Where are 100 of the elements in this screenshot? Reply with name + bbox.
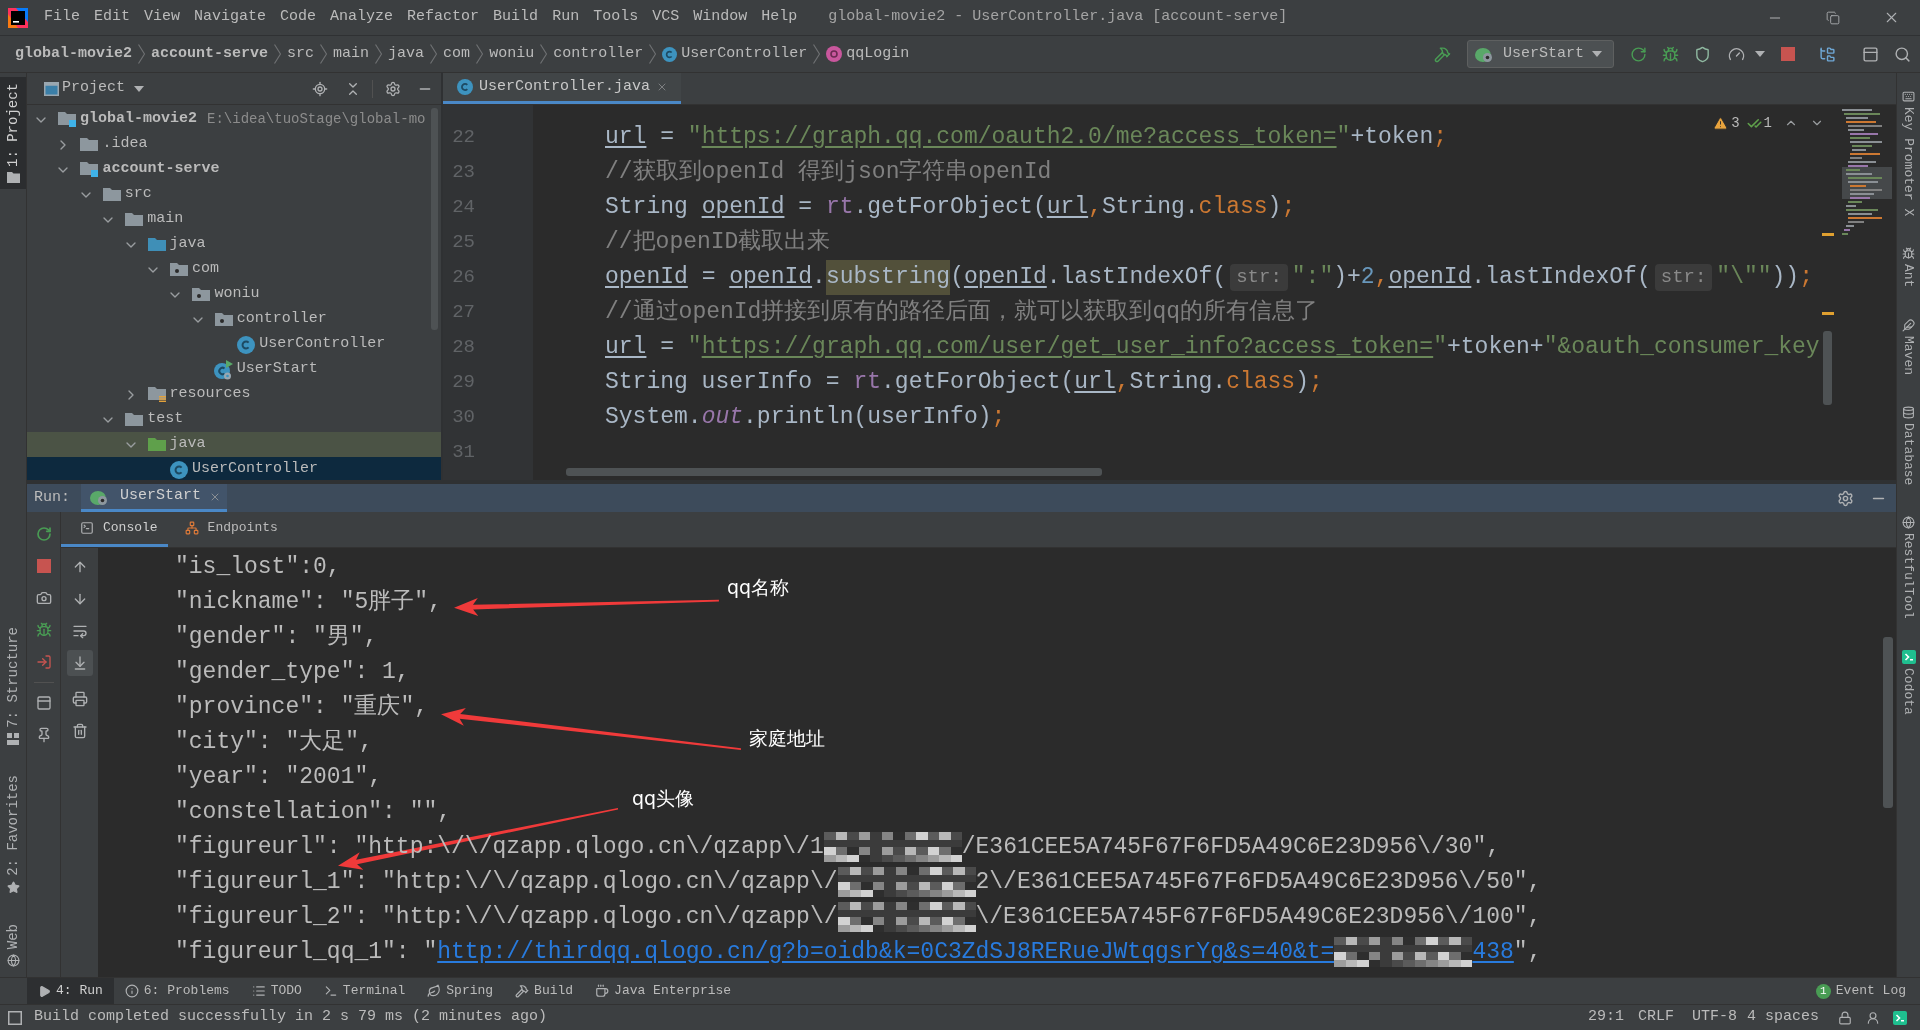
indent-setting[interactable]: 4 spaces: [1747, 1006, 1819, 1029]
tool-window-tab[interactable]: TODO: [240, 978, 313, 1004]
menu-item[interactable]: Tools: [586, 0, 646, 35]
console-link[interactable]: 438: [1472, 938, 1514, 965]
panel-icon[interactable]: [1861, 45, 1879, 63]
terminal-square-icon[interactable]: [1893, 1010, 1907, 1025]
tree-item[interactable]: UserController: [27, 457, 441, 480]
event-log-button[interactable]: 1 Event Log: [1815, 978, 1906, 1004]
breadcrumb-item[interactable]: com: [443, 42, 471, 66]
breadcrumb-item[interactable]: controller: [553, 42, 644, 66]
menu-item[interactable]: Refactor: [400, 0, 487, 35]
person-icon[interactable]: [1866, 1010, 1880, 1025]
tree-item[interactable]: test: [27, 407, 441, 432]
console-link[interactable]: http://thirdqq.qlogo.cn/g?b=oidb&k=0C3ZdSJ8RERueJWtqgsrYg&s=40&t=: [437, 938, 1335, 965]
tool-window-tab[interactable]: 1: Project: [0, 77, 26, 189]
scroll-to-end-button[interactable]: [66, 650, 93, 676]
settings-icon[interactable]: [385, 80, 401, 97]
file-encoding[interactable]: UTF-8: [1691, 1006, 1737, 1029]
trash-icon[interactable]: [71, 723, 88, 739]
caret-position[interactable]: 29:1: [1587, 1006, 1624, 1029]
menu-item[interactable]: Analyze: [323, 0, 401, 35]
tree-item[interactable]: controller: [27, 307, 441, 332]
tree-item[interactable]: java: [27, 232, 441, 257]
restore-icon[interactable]: [1826, 10, 1840, 25]
rerun-icon[interactable]: [1629, 45, 1647, 63]
tree-item[interactable]: java: [27, 432, 441, 457]
bug-icon[interactable]: [35, 622, 52, 638]
tree-item[interactable]: .idea: [27, 132, 441, 157]
menu-item[interactable]: Help: [754, 0, 805, 35]
warning-count[interactable]: 3: [1731, 112, 1740, 134]
tree-item[interactable]: woniu: [27, 282, 441, 307]
caret-down-icon[interactable]: [1755, 51, 1765, 57]
menu-item[interactable]: Window: [686, 0, 755, 35]
breadcrumb-item[interactable]: woniu: [489, 42, 535, 66]
breadcrumb-item[interactable]: qqLogin: [826, 42, 910, 66]
tree-item[interactable]: src: [27, 182, 441, 207]
breadcrumb-item[interactable]: src: [287, 42, 315, 66]
login-arrow-icon[interactable]: [35, 654, 52, 670]
breadcrumb-item[interactable]: UserController: [662, 42, 808, 66]
run-tab[interactable]: UserStart: [81, 484, 228, 512]
editor-tab[interactable]: UserController.java: [443, 73, 682, 104]
locate-icon[interactable]: [312, 80, 328, 97]
tool-window-tab[interactable]: 4: Run: [27, 978, 114, 1004]
console-view-tab[interactable]: Endpoints: [167, 512, 288, 547]
breadcrumb-item[interactable]: main: [333, 42, 370, 66]
bug-icon[interactable]: [1661, 45, 1679, 63]
breadcrumb-item[interactable]: account-serve: [151, 42, 269, 66]
scrollbar-thumb[interactable]: [566, 468, 1102, 476]
tool-window-tab[interactable]: Terminal: [312, 978, 417, 1004]
stop-icon[interactable]: [36, 559, 51, 573]
tool-window-tab[interactable]: Build: [504, 978, 585, 1004]
breadcrumb-item[interactable]: global-movie2: [15, 42, 133, 66]
scrollbar-thumb[interactable]: [1883, 637, 1893, 808]
project-view-dropdown[interactable]: Project: [62, 77, 144, 100]
menu-item[interactable]: Run: [545, 0, 587, 35]
tree-item[interactable]: main: [27, 207, 441, 232]
tool-window-tab[interactable]: 7: Structure: [0, 623, 26, 749]
check-count[interactable]: 1: [1763, 112, 1772, 134]
menu-item[interactable]: VCS: [645, 0, 687, 35]
breadcrumb-item[interactable]: java: [388, 42, 425, 66]
tree-item[interactable]: UserController: [27, 332, 441, 357]
search-icon[interactable]: [1893, 45, 1911, 63]
menu-item[interactable]: Navigate: [187, 0, 274, 35]
settings-icon[interactable]: [1836, 489, 1854, 507]
menu-item[interactable]: View: [137, 0, 188, 35]
tool-window-tab[interactable]: Ant: [1901, 247, 1916, 288]
panel-toggle-icon[interactable]: [8, 1010, 22, 1025]
scrollbar-thumb[interactable]: [1823, 331, 1832, 405]
tool-window-tab[interactable]: Codota: [1901, 649, 1916, 715]
tool-window-tab[interactable]: Web: [0, 919, 26, 971]
folder-tree-icon[interactable]: [1818, 45, 1836, 63]
lock-icon[interactable]: [1838, 1010, 1852, 1025]
soft-wrap-icon[interactable]: [71, 623, 88, 639]
gauge-icon[interactable]: [1727, 45, 1745, 63]
tool-window-tab[interactable]: Spring: [416, 978, 505, 1004]
menu-item[interactable]: Code: [273, 0, 324, 35]
warning-marker[interactable]: [1822, 233, 1834, 236]
tool-window-tab[interactable]: 6: Problems: [113, 978, 241, 1004]
tree-item[interactable]: global-movie2 E:\idea\tuoStage\global-mo: [27, 107, 441, 132]
tool-window-tab[interactable]: RestfulTool: [1901, 516, 1916, 619]
run-configuration-dropdown[interactable]: UserStart: [1467, 40, 1614, 68]
tree-item[interactable]: com: [27, 257, 441, 282]
menu-item[interactable]: Edit: [87, 0, 138, 35]
tree-item[interactable]: account-serve: [27, 157, 441, 182]
layout-icon[interactable]: [35, 695, 52, 711]
rerun-icon[interactable]: [35, 526, 52, 542]
menu-item[interactable]: Build: [486, 0, 546, 35]
warning-marker[interactable]: [1822, 312, 1834, 315]
hammer-icon[interactable]: [1433, 45, 1451, 63]
menu-item[interactable]: File: [37, 0, 87, 35]
tool-window-tab[interactable]: Key Promoter X: [1901, 90, 1916, 217]
camera-icon[interactable]: [35, 590, 52, 606]
tree-item[interactable]: resources: [27, 382, 441, 407]
tool-window-tab[interactable]: 2: Favorites: [0, 770, 26, 898]
tool-window-tab[interactable]: Java Enterprise: [584, 978, 743, 1004]
shield-icon[interactable]: [1693, 45, 1711, 63]
tool-window-tab[interactable]: Maven: [1901, 318, 1916, 375]
line-separator[interactable]: CRLF: [1637, 1006, 1674, 1029]
tool-window-tab[interactable]: Database: [1901, 405, 1916, 486]
tree-item[interactable]: UserStart: [27, 357, 441, 382]
